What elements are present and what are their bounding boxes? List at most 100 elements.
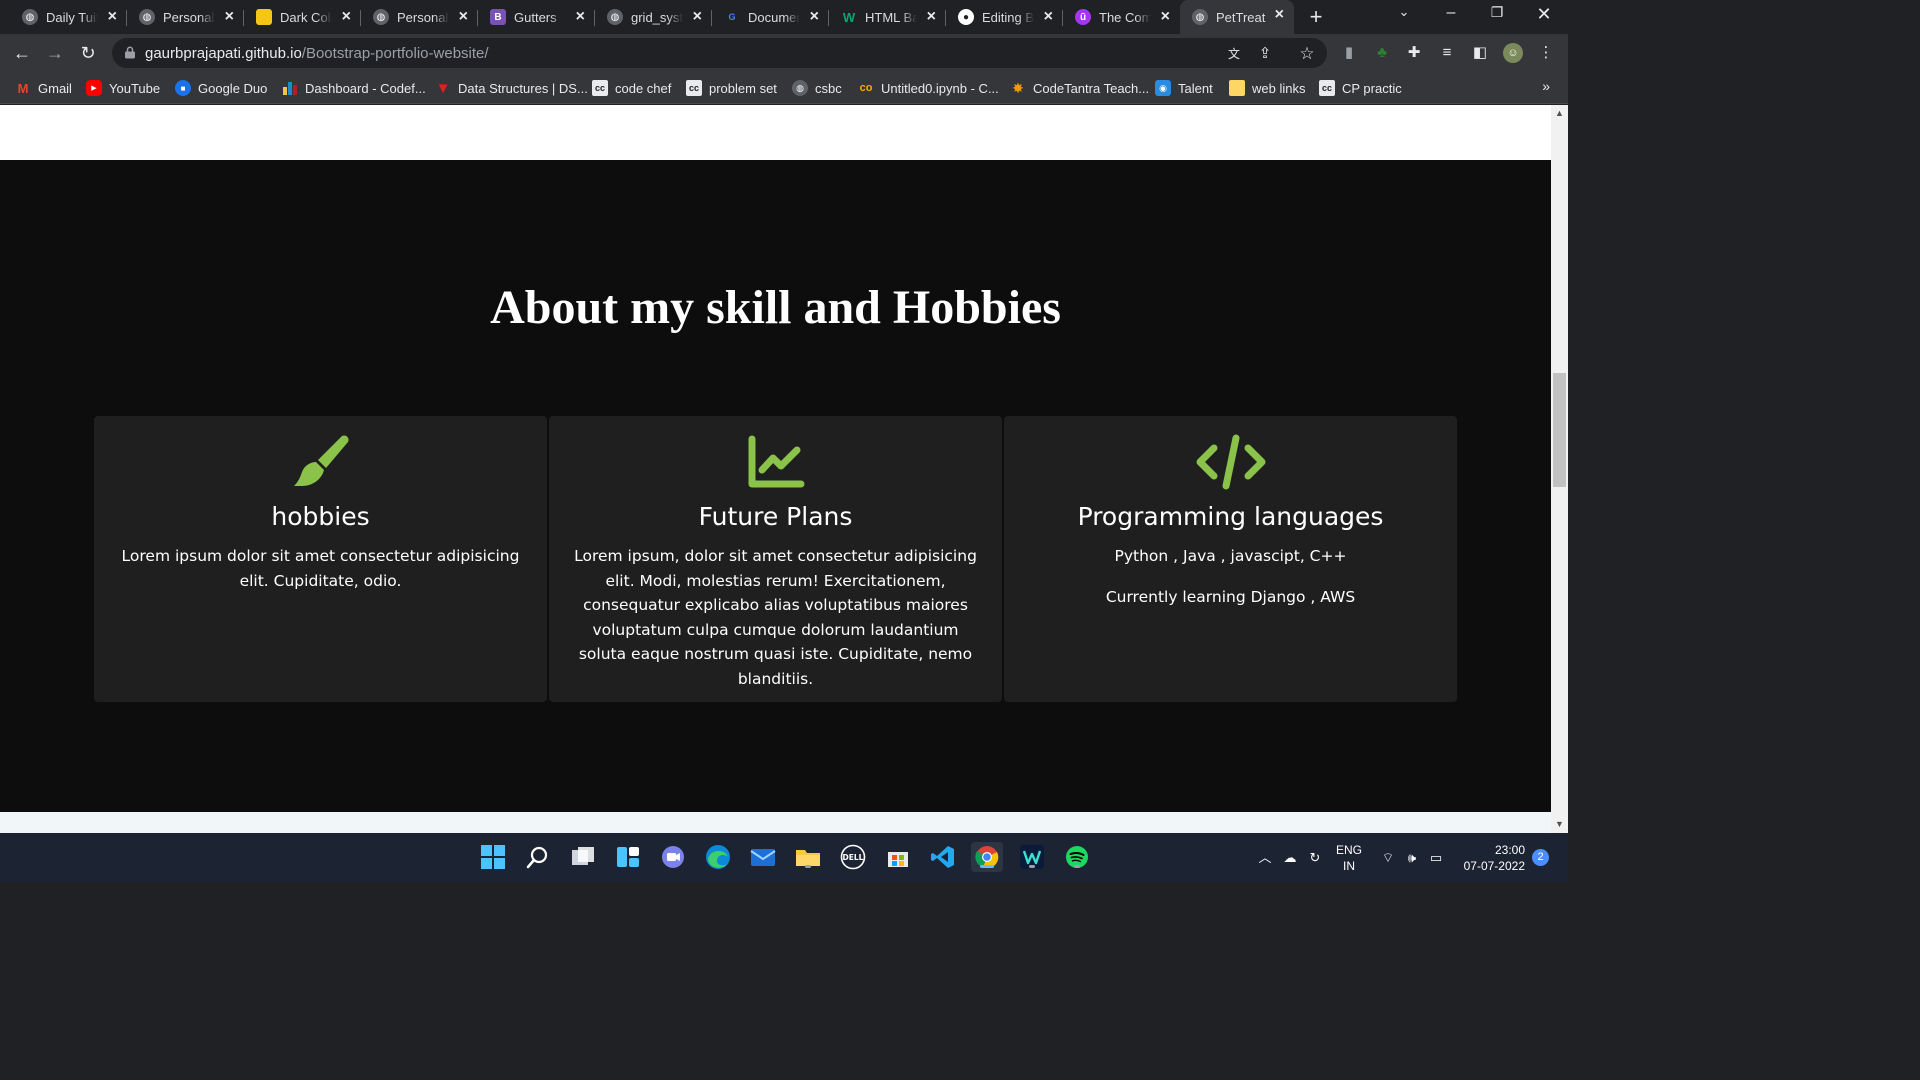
- tab-personal[interactable]: ◍ Personal ×: [127, 2, 244, 32]
- tab-pettreat[interactable]: ◍ PetTreat ×: [1180, 0, 1294, 34]
- codechef-icon: cc: [686, 80, 702, 96]
- tab-search-chevron-icon[interactable]: ⌄: [1389, 4, 1419, 20]
- bookmark-star-icon[interactable]: ☆: [1298, 45, 1316, 63]
- scroll-up-arrow[interactable]: ▲: [1551, 105, 1568, 122]
- sync-icon[interactable]: ↻: [1306, 849, 1324, 867]
- side-panel-icon[interactable]: ◧: [1470, 43, 1490, 63]
- notification-badge[interactable]: 2: [1532, 849, 1549, 866]
- tab-document[interactable]: G Documen ×: [712, 2, 829, 32]
- url-text[interactable]: gaurbprajapati.github.io/Bootstrap-portf…: [145, 45, 489, 62]
- bookmark-gmail[interactable]: M Gmail: [15, 78, 72, 98]
- profile-avatar[interactable]: ☺: [1503, 43, 1523, 63]
- bookmark-google-duo[interactable]: ■ Google Duo: [175, 78, 267, 98]
- close-icon[interactable]: ×: [225, 9, 234, 25]
- bookmark-geeksforgeeks[interactable]: ▼ Data Structures | DS...: [435, 78, 588, 98]
- tab-gutters[interactable]: B Gutters ×: [478, 2, 595, 32]
- bookmark-cp-practice[interactable]: cc CP practic: [1319, 78, 1402, 98]
- language-indicator[interactable]: ENG IN: [1336, 842, 1362, 874]
- bookmark-code-chef[interactable]: cc code chef: [592, 78, 671, 98]
- bookmarks-bar: M Gmail ▶ YouTube ■ Google Duo Dashboard - …: [0, 72, 1568, 104]
- bookmark-codeforces[interactable]: Dashboard - Codef...: [282, 78, 426, 98]
- bookmark-talent[interactable]: ◉ Talent: [1155, 78, 1213, 98]
- browser-toolbar: ← → ↻ gaurbprajapati.github.io/Bootstrap…: [0, 34, 1568, 72]
- tab-daily-tuit[interactable]: ◍ Daily Tuit ×: [10, 2, 127, 32]
- back-button[interactable]: ←: [10, 41, 34, 65]
- close-icon[interactable]: ×: [1044, 9, 1053, 25]
- windows-start-icon[interactable]: [478, 842, 508, 872]
- tab-grid-system[interactable]: ◍ grid_syste ×: [595, 2, 712, 32]
- close-icon[interactable]: ×: [927, 9, 936, 25]
- bookmarks-overflow-button[interactable]: »: [1542, 78, 1550, 94]
- widgets-icon[interactable]: [613, 842, 643, 872]
- page-scrollbar[interactable]: ▲ ▼: [1551, 105, 1568, 833]
- close-icon[interactable]: ×: [108, 9, 117, 25]
- tab-personal-2[interactable]: ◍ Personal ×: [361, 2, 478, 32]
- media-queue-icon[interactable]: ≡: [1437, 43, 1457, 63]
- vscode-icon[interactable]: [928, 842, 958, 872]
- gmail-icon: M: [17, 80, 29, 96]
- bookmark-codetantra[interactable]: ✸ CodeTantra Teach...: [1010, 78, 1149, 98]
- gfg-icon: ▼: [435, 79, 451, 97]
- udemy-icon: ū: [1075, 9, 1091, 25]
- close-icon[interactable]: ×: [342, 9, 351, 25]
- tree-extension-icon[interactable]: ♣: [1372, 43, 1392, 63]
- tab-the-complete[interactable]: ū The Com ×: [1063, 2, 1180, 32]
- forward-button[interactable]: →: [43, 41, 67, 65]
- bookmark-csbc[interactable]: ◍ csbc: [792, 78, 842, 98]
- bookmark-colab[interactable]: co Untitled0.ipynb - C...: [858, 78, 999, 98]
- tab-dark-colors[interactable]: Dark Colo ×: [244, 2, 361, 32]
- close-icon[interactable]: ×: [810, 9, 819, 25]
- scroll-down-arrow[interactable]: ▼: [1551, 816, 1568, 833]
- volume-icon[interactable]: 🕪: [1403, 849, 1421, 867]
- scroll-thumb[interactable]: [1553, 373, 1566, 487]
- running-indicator: [1074, 865, 1080, 868]
- docs-icon: G: [728, 12, 736, 22]
- search-icon[interactable]: [523, 842, 553, 872]
- menu-kebab-icon[interactable]: ⋮: [1536, 43, 1556, 63]
- tab-html-basics[interactable]: W HTML Ba ×: [829, 2, 946, 32]
- store-icon[interactable]: [883, 842, 913, 872]
- extension-icon[interactable]: ▮: [1339, 43, 1359, 63]
- close-icon[interactable]: ×: [1275, 7, 1284, 23]
- share-icon[interactable]: ⇪: [1256, 45, 1274, 63]
- task-view-icon[interactable]: [568, 842, 598, 872]
- bookmark-youtube[interactable]: ▶ YouTube: [86, 78, 160, 98]
- spotify-icon[interactable]: [1062, 842, 1092, 872]
- battery-icon[interactable]: ▭: [1427, 849, 1445, 867]
- onedrive-cloud-icon[interactable]: ☁: [1281, 849, 1299, 867]
- bookmark-problem-set[interactable]: cc problem set: [686, 78, 777, 98]
- close-icon[interactable]: ×: [459, 9, 468, 25]
- new-tab-button[interactable]: +: [1304, 4, 1328, 30]
- wondershare-icon[interactable]: [1017, 842, 1047, 872]
- puzzle-extensions-icon[interactable]: ✚: [1404, 43, 1424, 63]
- lock-icon[interactable]: [124, 46, 136, 59]
- edge-icon[interactable]: [703, 842, 733, 872]
- tab-editing[interactable]: ● Editing B ×: [946, 2, 1063, 32]
- address-bar[interactable]: gaurbprajapati.github.io/Bootstrap-portf…: [112, 38, 1327, 68]
- globe-icon: ◍: [607, 9, 623, 25]
- teams-chat-icon[interactable]: [658, 842, 688, 872]
- chrome-icon[interactable]: [971, 842, 1003, 872]
- dell-icon[interactable]: DELL: [838, 842, 868, 872]
- globe-icon: ◍: [22, 9, 38, 25]
- bootstrap-icon: B: [490, 9, 506, 25]
- close-icon[interactable]: ×: [693, 9, 702, 25]
- translate-icon[interactable]: 文: [1225, 45, 1243, 63]
- bookmark-folder-web-links[interactable]: web links: [1229, 78, 1305, 98]
- reload-button[interactable]: ↻: [76, 41, 100, 65]
- close-icon[interactable]: ×: [576, 9, 585, 25]
- codeforces-icon: [282, 80, 298, 96]
- close-icon[interactable]: ×: [1161, 9, 1170, 25]
- youtube-icon: ▶: [86, 80, 102, 96]
- minimize-button[interactable]: –: [1436, 4, 1466, 22]
- file-explorer-icon[interactable]: [793, 842, 823, 872]
- duo-icon: ■: [175, 80, 191, 96]
- colors-icon: [256, 9, 272, 25]
- close-window-button[interactable]: ✕: [1529, 4, 1559, 25]
- system-clock[interactable]: 23:00 07-07-2022: [1455, 842, 1525, 874]
- wifi-icon[interactable]: ⌔: [1379, 849, 1397, 867]
- tray-chevron-up-icon[interactable]: ︿: [1256, 849, 1274, 867]
- mail-icon[interactable]: [748, 842, 778, 872]
- restore-button[interactable]: ❐: [1482, 4, 1512, 21]
- code-icon: [1196, 434, 1265, 490]
